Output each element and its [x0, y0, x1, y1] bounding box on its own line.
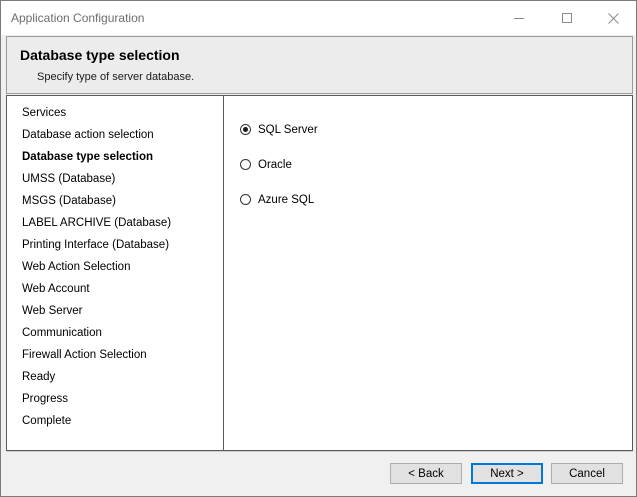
radio-label-oracle[interactable]: Oracle: [258, 159, 292, 171]
step-progress: Progress: [22, 393, 69, 405]
step-database-action-selection: Database action selection: [22, 129, 154, 141]
maximize-button[interactable]: [544, 1, 590, 35]
step-msgs-database: MSGS (Database): [22, 195, 116, 207]
minimize-icon: [514, 18, 524, 19]
next-button[interactable]: Next >: [471, 463, 543, 484]
maximize-icon: [562, 13, 572, 23]
step-firewall-action-selection: Firewall Action Selection: [22, 349, 147, 361]
app-window: Application Configuration Database type …: [0, 0, 637, 497]
back-button[interactable]: < Back: [390, 463, 462, 484]
page-title: Database type selection: [20, 47, 180, 63]
close-button[interactable]: [590, 1, 636, 35]
radio-button[interactable]: [240, 194, 251, 205]
wizard-header: Database type selection Specify type of …: [6, 36, 633, 94]
step-services: Services: [22, 107, 67, 119]
radio-label-sql-server[interactable]: SQL Server: [258, 124, 318, 136]
step-umss-database: UMSS (Database): [22, 173, 116, 185]
footer-divider: [6, 451, 633, 452]
options-panel: SQL Server Oracle Azure SQL: [223, 95, 633, 451]
database-type-radio-group: SQL Server Oracle Azure SQL: [240, 112, 318, 217]
step-communication: Communication: [22, 327, 102, 339]
radio-label-azure-sql[interactable]: Azure SQL: [258, 194, 314, 206]
step-complete: Complete: [22, 415, 72, 427]
radio-sql-server[interactable]: SQL Server: [240, 112, 318, 147]
step-database-type-selection: Database type selection: [22, 151, 154, 163]
radio-oracle[interactable]: Oracle: [240, 147, 318, 182]
step-web-action-selection: Web Action Selection: [22, 261, 131, 273]
step-printing-interface-database: Printing Interface (Database): [22, 239, 170, 251]
step-list: Services Database action selection Datab…: [22, 106, 171, 436]
radio-button[interactable]: [240, 159, 251, 170]
step-web-server: Web Server: [22, 305, 83, 317]
radio-azure-sql[interactable]: Azure SQL: [240, 182, 318, 217]
step-web-account: Web Account: [22, 283, 90, 295]
step-ready: Ready: [22, 371, 56, 383]
step-list-panel: Services Database action selection Datab…: [6, 95, 224, 451]
title-bar: Application Configuration: [1, 1, 636, 35]
close-icon: [607, 12, 619, 24]
cancel-button[interactable]: Cancel: [551, 463, 623, 484]
minimize-button[interactable]: [496, 1, 542, 35]
page-subtitle: Specify type of server database.: [37, 71, 195, 83]
radio-button-checked[interactable]: [240, 124, 251, 135]
step-label-archive-database: LABEL ARCHIVE (Database): [22, 217, 172, 229]
window-title: Application Configuration: [11, 11, 145, 25]
